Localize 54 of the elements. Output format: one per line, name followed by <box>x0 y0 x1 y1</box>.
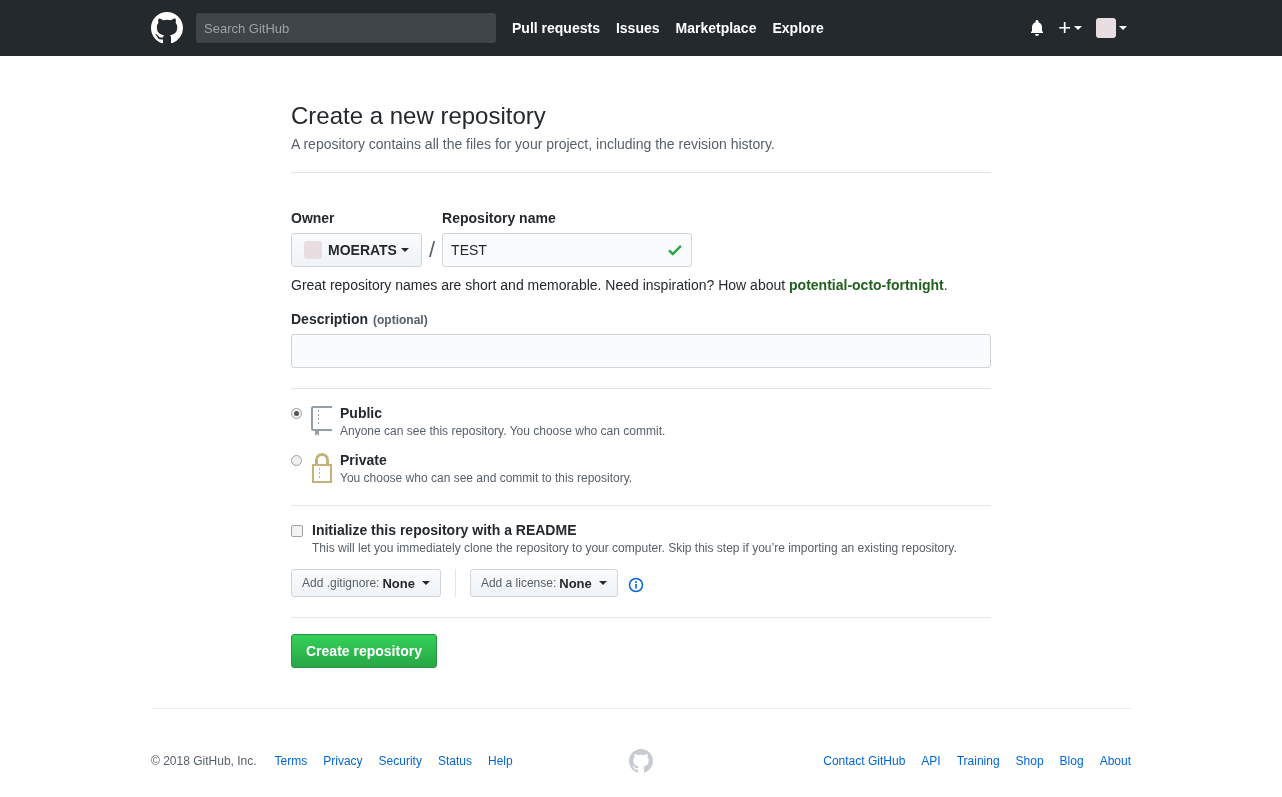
new-menu-button[interactable]: + <box>1058 17 1082 39</box>
caret-icon <box>400 248 409 252</box>
optional-note: (optional) <box>373 313 428 327</box>
readme-label: Initialize this repository with a README <box>312 522 578 538</box>
readme-description: This will let you immediately clone the repository to your computer. Skip this step if you’re importing an existing repository. <box>312 541 957 555</box>
copyright-text: © 2018 GitHub, Inc. <box>151 754 257 768</box>
footer-link[interactable]: Status <box>437 754 472 768</box>
radio-button[interactable] <box>291 408 302 419</box>
octocat-logo-icon[interactable] <box>151 12 183 44</box>
footer-link[interactable]: API <box>921 754 941 768</box>
footer-link[interactable]: Blog <box>1059 754 1084 768</box>
path-separator: / <box>428 236 436 264</box>
footer-link[interactable]: Shop <box>1015 754 1044 768</box>
page-title: Create a new repository <box>291 102 547 130</box>
caret-icon <box>421 581 430 585</box>
footer-link[interactable]: Security <box>378 754 422 768</box>
info-icon[interactable] <box>627 577 644 593</box>
footer-link[interactable]: Help <box>487 754 513 768</box>
owner-dropdown[interactable]: MOERATS <box>291 233 422 267</box>
avatar-icon <box>304 241 322 259</box>
checkbox[interactable] <box>291 525 303 537</box>
nav-link[interactable]: Explore <box>772 20 824 36</box>
caret-icon <box>598 581 607 585</box>
suggestion-link[interactable]: potential-octo-fortnight <box>789 277 944 293</box>
repository-name-field[interactable]: TEST <box>442 233 693 267</box>
footer-link[interactable]: Contact GitHub <box>823 754 906 768</box>
nav-link[interactable]: Pull requests <box>512 20 600 36</box>
nav-link[interactable]: Issues <box>615 20 660 36</box>
user-menu-button[interactable] <box>1096 18 1127 38</box>
footer-link[interactable]: Training <box>956 754 1000 768</box>
bell-icon[interactable] <box>1030 20 1045 36</box>
nav-link[interactable]: Marketplace <box>675 20 757 36</box>
visibility-description: You choose who can see and commit to this repository. <box>340 471 633 485</box>
padlock-icon <box>310 452 334 484</box>
visibility-title: Private <box>340 452 388 468</box>
radio-button[interactable] <box>291 455 302 466</box>
visibility-description: Anyone can see this repository. You choose who can commit. <box>340 424 666 438</box>
gitignore-dropdown[interactable]: Add .gitignore: None <box>291 569 441 597</box>
license-dropdown[interactable]: Add a license: None <box>469 569 618 597</box>
page-subtitle: A repository contains all the files for your project, including the revision history. <box>291 136 776 152</box>
footer-link[interactable]: About <box>1099 754 1131 768</box>
avatar-icon <box>1096 18 1116 38</box>
repository-name-label: Repository name <box>442 210 557 226</box>
caret-icon <box>1119 26 1127 30</box>
visibility-title: Public <box>340 405 383 421</box>
name-hint: Great repository names are short and memorable. Need inspiration? How about potential-octo-fortnight. <box>291 277 949 293</box>
description-field[interactable] <box>291 334 991 368</box>
footer-link[interactable]: Terms <box>274 754 308 768</box>
book-icon <box>310 405 334 437</box>
description-label: Description <box>291 311 368 327</box>
search-field[interactable]: Search GitHub <box>196 13 496 43</box>
footer-link[interactable]: Privacy <box>323 754 363 768</box>
caret-icon <box>1074 26 1082 30</box>
owner-label: Owner <box>291 210 336 226</box>
